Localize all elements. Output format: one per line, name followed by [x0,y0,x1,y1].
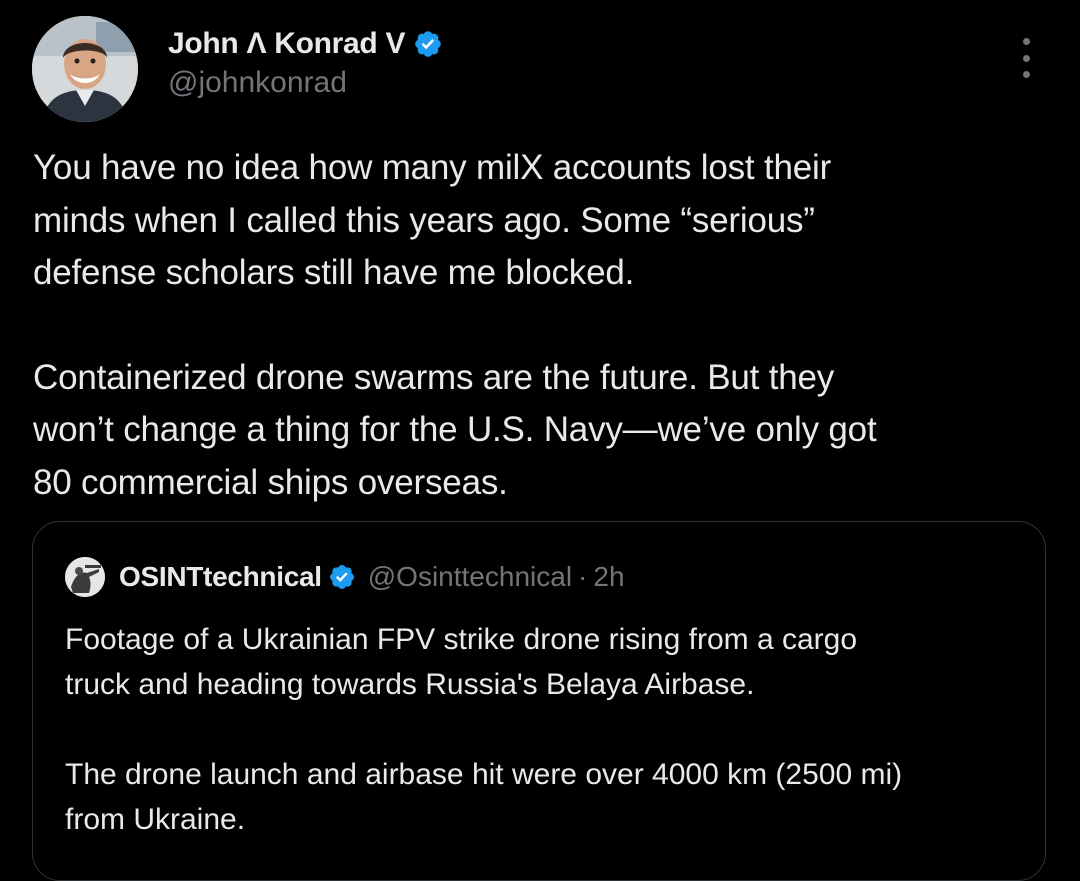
author-name-row: John Λ Konrad V [168,22,443,66]
quoted-tweet-card[interactable]: OSINTtechnical @Osinttechnical · 2h Foot… [32,521,1046,881]
verified-badge-icon [328,563,356,591]
more-options-button[interactable] [1008,38,1044,78]
quoted-author-handle[interactable]: @Osinttechnical [368,561,572,593]
quoted-tweet-text: Footage of a Ukrainian FPV strike drone … [65,617,1025,842]
quoted-author-name[interactable]: OSINTtechnical [119,561,322,593]
tweet-paragraph: Containerized drone swarms are the futur… [33,357,877,502]
meta-separator: · [578,561,588,592]
quoted-author-avatar-image [65,557,105,597]
quoted-tweet-timestamp[interactable]: 2h [593,561,624,593]
verified-badge-icon [413,29,443,59]
quoted-author-avatar[interactable] [65,557,105,597]
more-options-icon-dot [1022,38,1030,45]
tweet-text: You have no idea how many milX accounts … [33,142,1048,509]
author-avatar-image [32,16,138,122]
author-avatar[interactable] [32,16,138,122]
author-name[interactable]: John Λ Konrad V [168,27,405,61]
quoted-tweet-paragraph: The drone launch and airbase hit were ov… [65,758,903,836]
more-options-icon-dot [1022,54,1030,62]
quoted-tweet-header: OSINTtechnical @Osinttechnical · 2h [65,556,625,598]
author-handle[interactable]: @johnkonrad [168,66,347,100]
more-options-icon-dot [1022,71,1030,78]
quoted-tweet-paragraph: Footage of a Ukrainian FPV strike drone … [65,623,858,701]
tweet-paragraph: You have no idea how many milX accounts … [33,148,832,292]
